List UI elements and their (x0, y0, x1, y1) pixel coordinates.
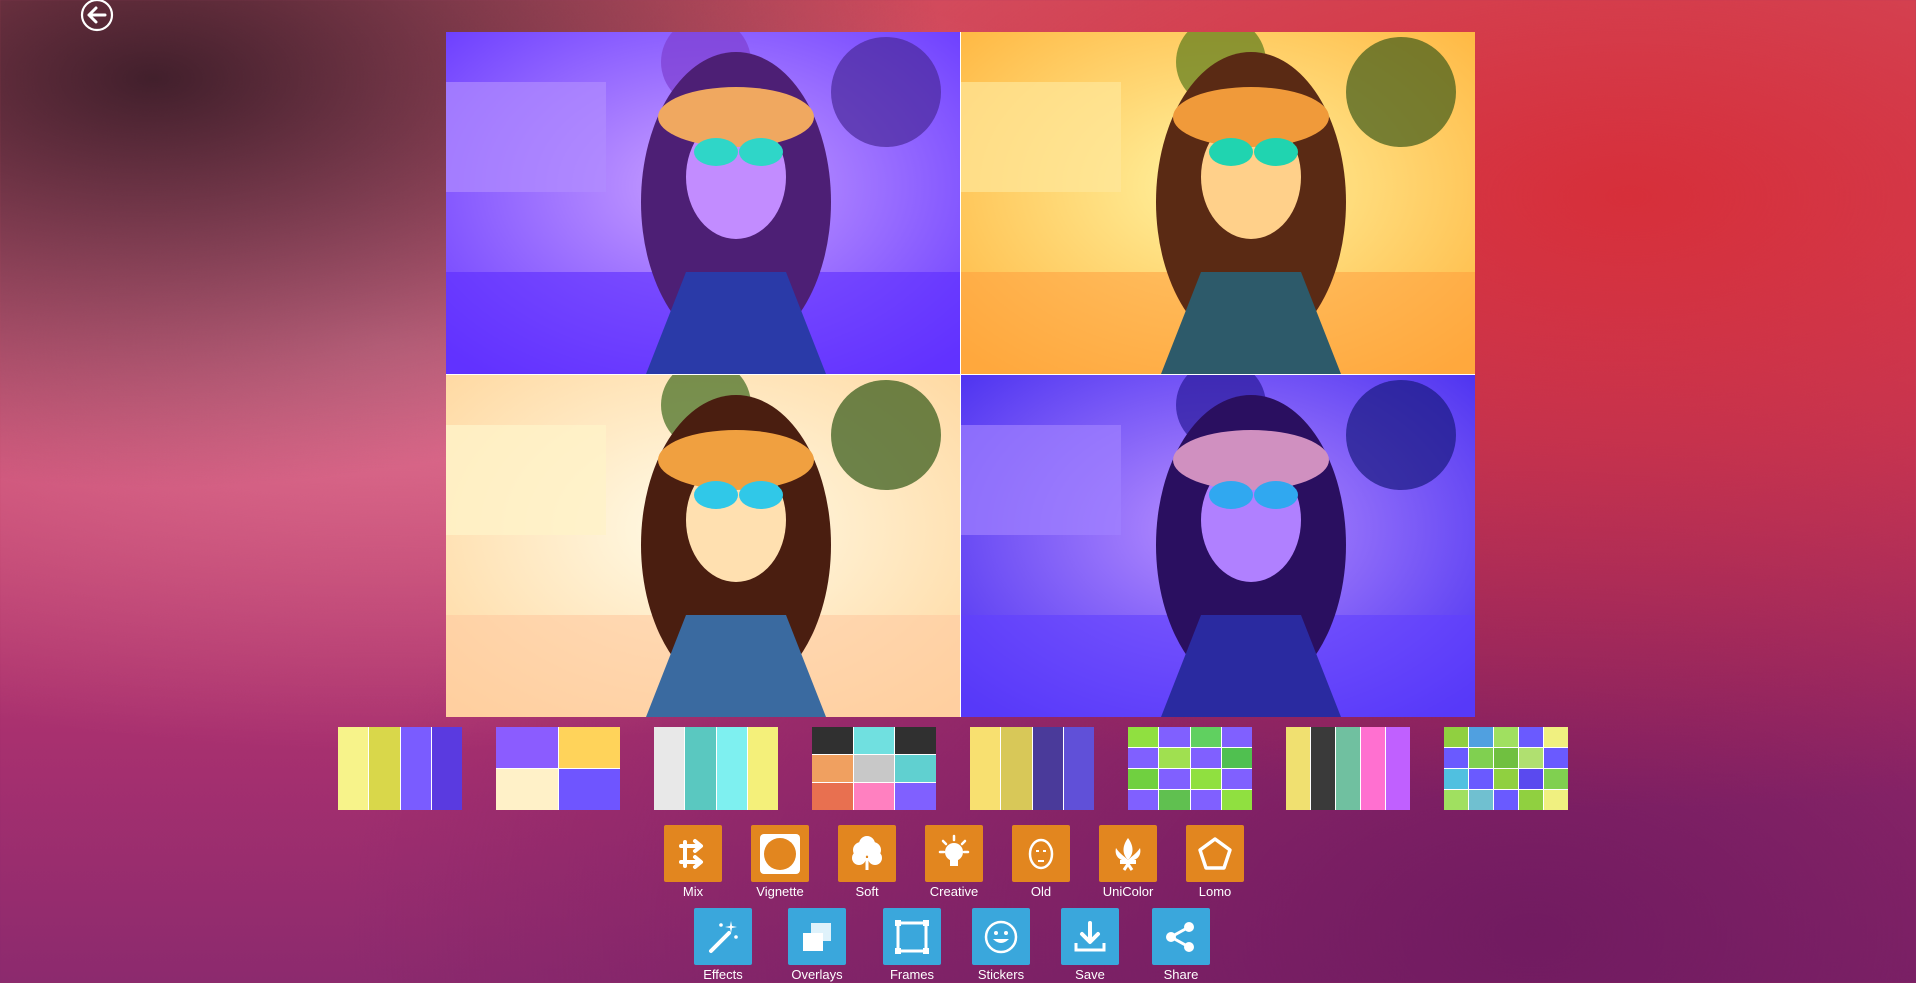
creative-button[interactable]: Creative (924, 825, 984, 899)
photo-image (961, 32, 1475, 374)
collage-preset-7[interactable] (1286, 727, 1410, 810)
collage-tile-purple[interactable] (446, 32, 960, 374)
share-button[interactable]: Share (1151, 908, 1211, 982)
old-button[interactable]: Old (1011, 825, 1071, 899)
cotton-icon (852, 835, 882, 870)
stickers-label: Stickers (977, 967, 1025, 982)
arrow-left-circle-icon (80, 0, 114, 32)
overlays-icon (803, 922, 831, 951)
mix-label: Mix (682, 884, 704, 899)
effect-toolbar: Mix Vignette Soft Creative Old UniColor … (663, 825, 1283, 905)
collage-preset-5[interactable] (970, 727, 1094, 810)
save-button[interactable]: Save (1060, 908, 1120, 982)
collage-preset-1[interactable] (338, 727, 462, 810)
main-toolbar: Effects Overlays Frames Stickers Save Sh… (693, 908, 1233, 983)
soft-label: Soft (855, 884, 879, 899)
photo-image (961, 375, 1475, 717)
vignette-label: Vignette (756, 884, 804, 899)
mix-button[interactable]: Mix (663, 825, 723, 899)
overlays-button[interactable]: Overlays (787, 908, 847, 982)
lomo-label: Lomo (1198, 884, 1232, 899)
frame-icon (895, 919, 929, 954)
fleur-de-lis-icon (1115, 837, 1141, 871)
overlays-label: Overlays (791, 967, 843, 982)
save-label: Save (1075, 967, 1105, 982)
collage-preset-3[interactable] (654, 727, 778, 810)
pentagon-icon (1198, 836, 1232, 870)
photo-image (446, 375, 960, 717)
share-label: Share (1163, 967, 1199, 982)
collage-canvas[interactable] (446, 32, 1475, 717)
effects-label: Effects (703, 967, 743, 982)
effects-button[interactable]: Effects (693, 908, 753, 982)
preset-thumbnail-strip (338, 727, 1568, 811)
old-label: Old (1030, 884, 1052, 899)
vignette-icon (760, 833, 800, 874)
unicolor-button[interactable]: UniColor (1098, 825, 1158, 899)
soft-button[interactable]: Soft (837, 825, 897, 899)
lightbulb-icon (938, 834, 970, 866)
shuffle-icon (679, 838, 703, 869)
frames-label: Frames (889, 967, 935, 982)
unicolor-label: UniColor (1102, 884, 1154, 899)
smiley-icon (984, 920, 1018, 953)
share-icon (1166, 921, 1194, 952)
vignette-button[interactable]: Vignette (750, 825, 810, 899)
stickers-button[interactable]: Stickers (971, 908, 1031, 982)
collage-preset-8[interactable] (1444, 727, 1568, 810)
photo-image (446, 32, 960, 374)
creative-label: Creative (929, 884, 979, 899)
collage-tile-warm-white[interactable] (446, 375, 960, 717)
collage-tile-violet[interactable] (961, 375, 1475, 717)
collage-tile-yellow[interactable] (961, 32, 1475, 374)
lomo-button[interactable]: Lomo (1185, 825, 1245, 899)
collage-preset-4[interactable] (812, 727, 936, 810)
magic-wand-icon (709, 920, 738, 953)
back-button[interactable] (80, 0, 114, 32)
download-icon (1074, 920, 1106, 951)
old-face-icon (1028, 838, 1054, 869)
collage-preset-6[interactable] (1128, 727, 1252, 810)
frames-button[interactable]: Frames (882, 908, 942, 982)
collage-preset-2[interactable] (496, 727, 620, 810)
